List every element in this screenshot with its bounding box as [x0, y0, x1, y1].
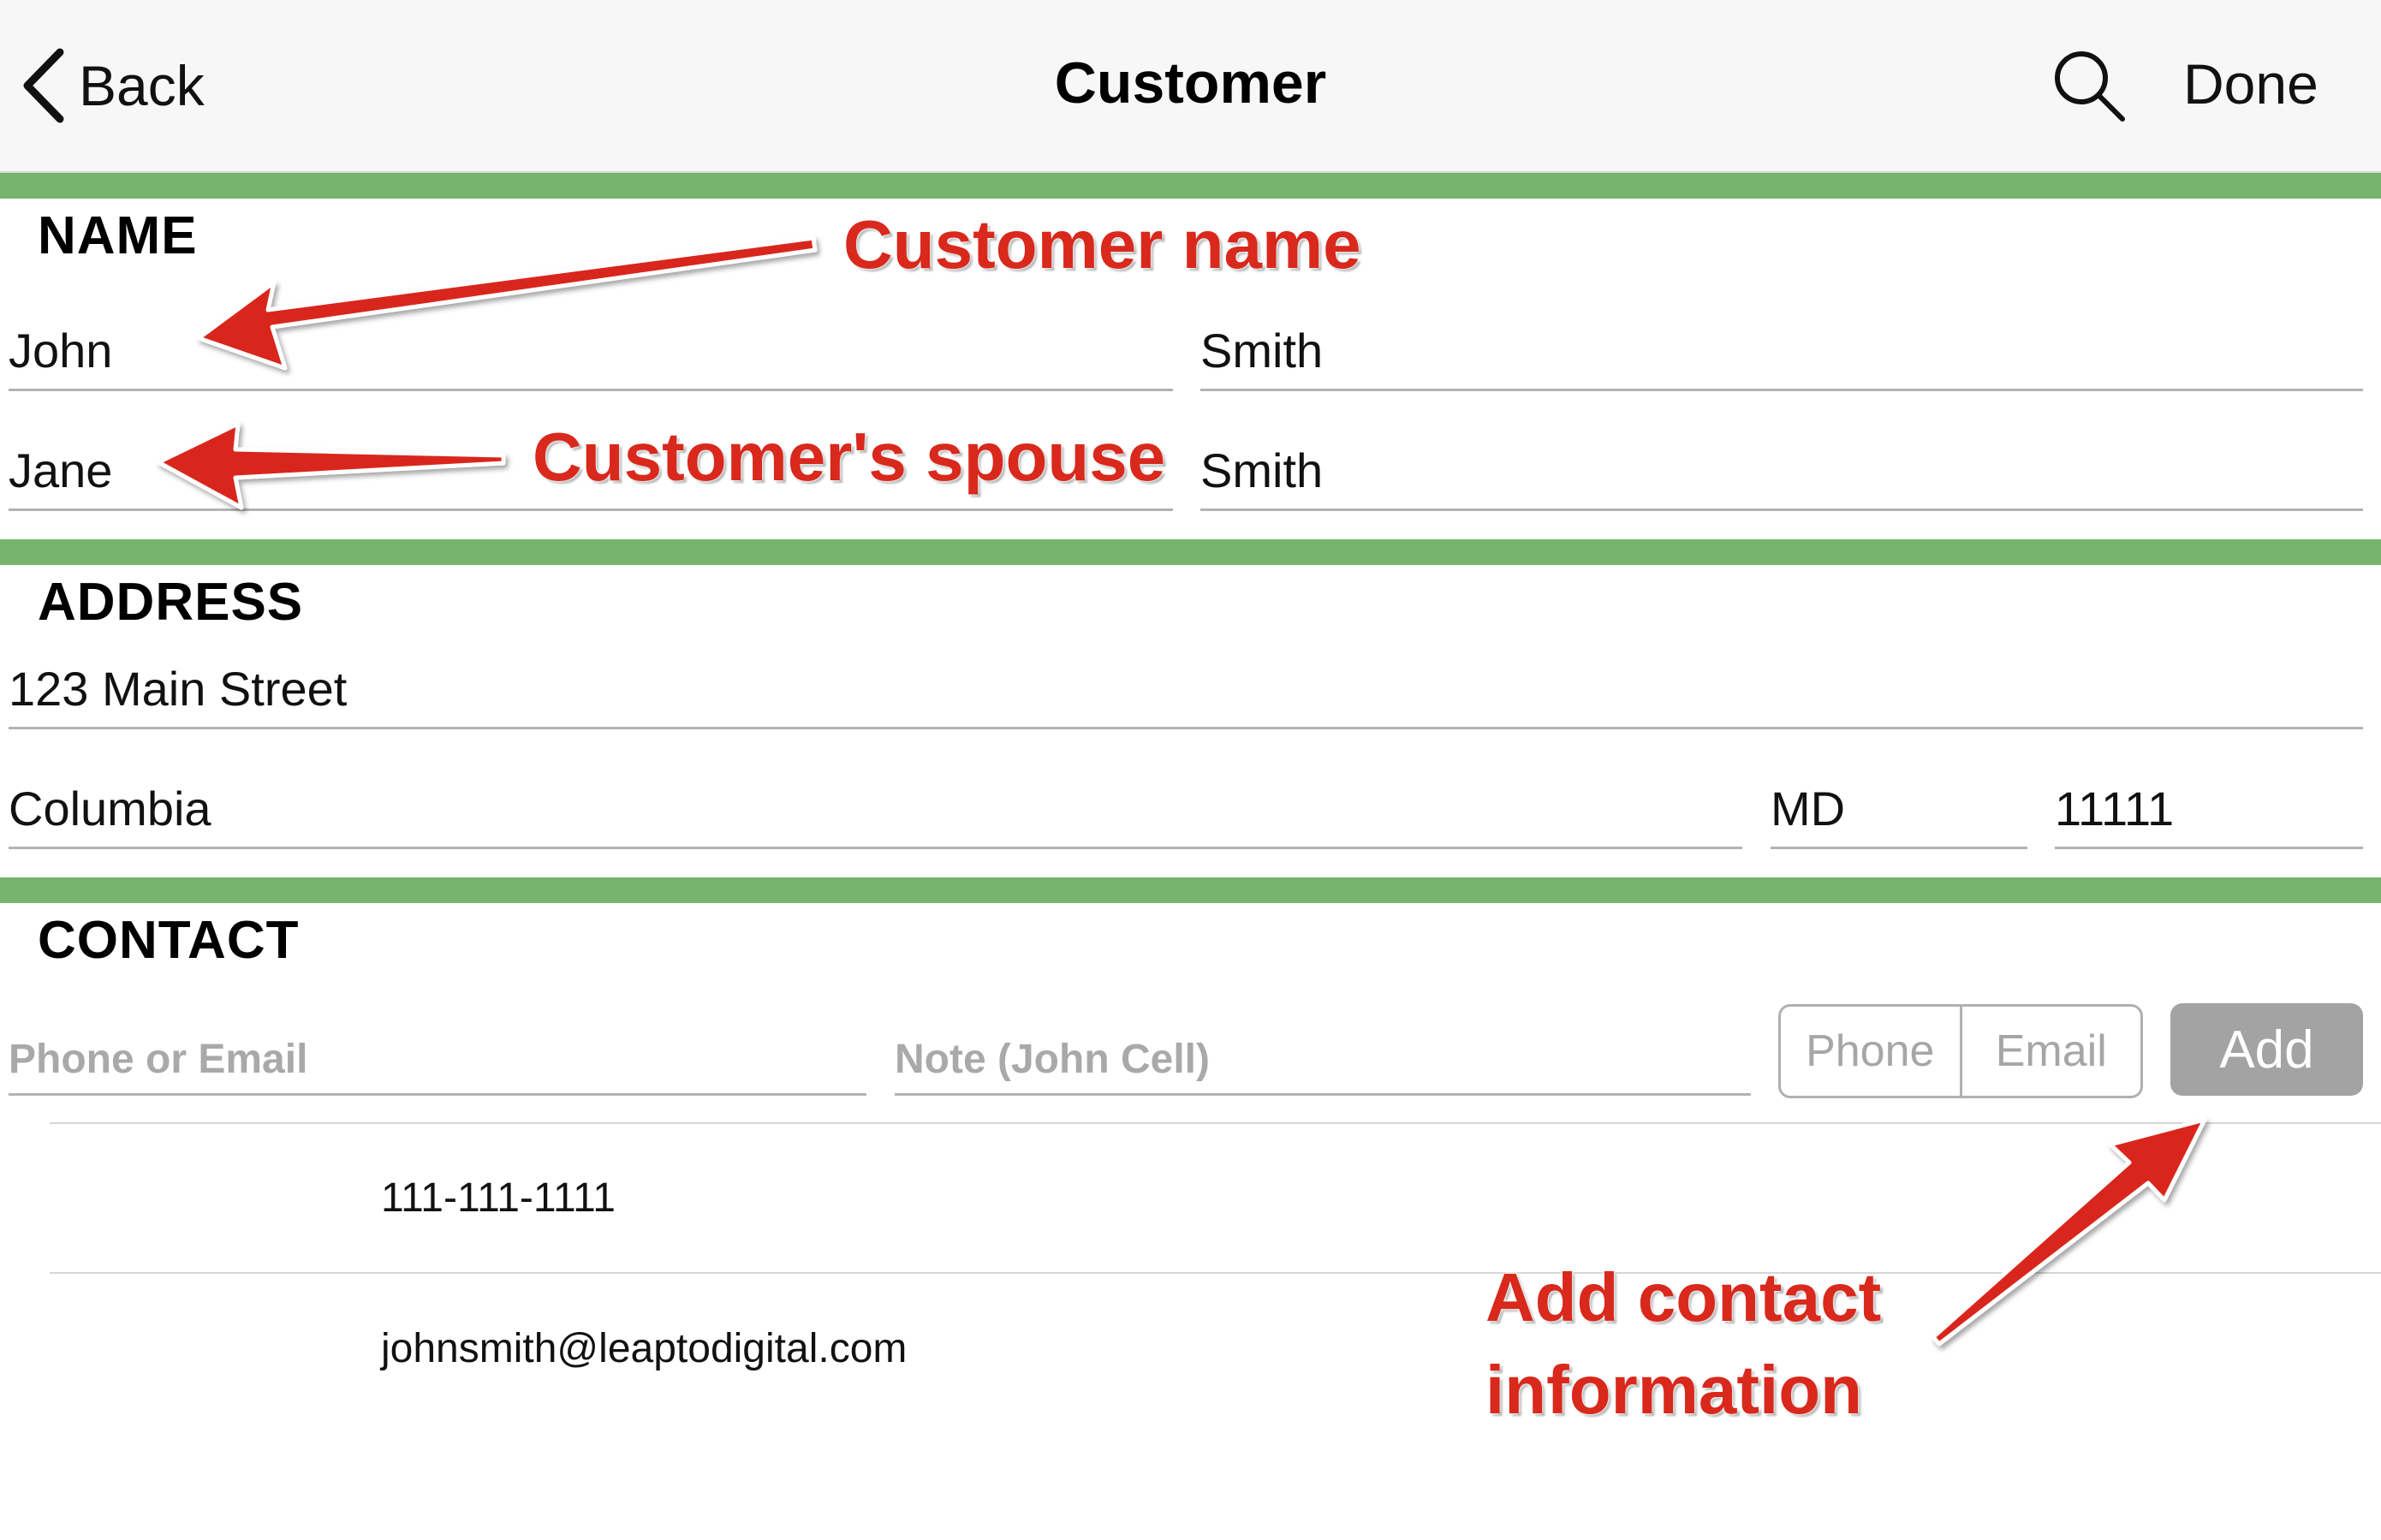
spouse-first-name-value: Jane	[9, 443, 113, 497]
last-name-value: Smith	[1200, 324, 1324, 378]
first-name-field[interactable]: John	[9, 314, 1173, 391]
section-divider	[0, 877, 2381, 903]
list-separator	[50, 1272, 2381, 1274]
contact-section-title: CONTACT	[38, 911, 300, 970]
section-divider	[0, 539, 2381, 565]
contact-value-input[interactable]: Phone or Email	[9, 1019, 866, 1096]
list-separator	[50, 1122, 2381, 1124]
segment-phone[interactable]: Phone	[1781, 1007, 1960, 1096]
name-section-title: NAME	[38, 206, 198, 265]
first-name-value: John	[9, 324, 113, 378]
street-value: 123 Main Street	[9, 662, 348, 716]
annotation-add-contact-line1: Add contact	[1485, 1259, 1882, 1335]
spouse-last-name-value: Smith	[1200, 443, 1324, 497]
annotation-add-contact: Add contact information	[1485, 1252, 1881, 1436]
annotation-customer-spouse: Customer's spouse	[533, 419, 1166, 495]
contact-type-segmented-control[interactable]: Phone Email	[1778, 1004, 2143, 1098]
contact-note-placeholder: Note (John Cell)	[895, 1037, 1210, 1082]
contact-value-placeholder: Phone or Email	[9, 1037, 308, 1082]
add-contact-button[interactable]: Add	[2170, 1003, 2363, 1096]
section-divider	[0, 173, 2381, 199]
done-button[interactable]: Done	[2183, 51, 2318, 116]
city-value: Columbia	[9, 782, 211, 835]
address-section-title: ADDRESS	[38, 573, 304, 632]
zip-value: 11111	[2055, 782, 2175, 835]
contact-entry-email[interactable]: johnsmith@leaptodigital.com	[381, 1325, 907, 1372]
city-field[interactable]: Columbia	[9, 772, 1742, 849]
state-field[interactable]: MD	[1771, 772, 2027, 849]
spouse-last-name-field[interactable]: Smith	[1200, 434, 2363, 511]
search-button[interactable]	[2051, 47, 2128, 124]
search-icon	[2055, 51, 2125, 122]
street-field[interactable]: 123 Main Street	[9, 652, 2363, 729]
arrow-add-contact	[1931, 1117, 2207, 1347]
contact-note-input[interactable]: Note (John Cell)	[895, 1019, 1751, 1096]
zip-field[interactable]: 11111	[2055, 772, 2363, 849]
last-name-field[interactable]: Smith	[1200, 314, 2363, 391]
annotation-add-contact-line2: information	[1485, 1352, 1862, 1428]
page-title: Customer	[1054, 51, 1327, 116]
contact-entry-phone[interactable]: 111-111-1111	[381, 1174, 616, 1222]
state-value: MD	[1771, 782, 1846, 835]
segment-email[interactable]: Email	[1959, 1007, 2141, 1096]
annotation-customer-name: Customer name	[843, 206, 1361, 282]
